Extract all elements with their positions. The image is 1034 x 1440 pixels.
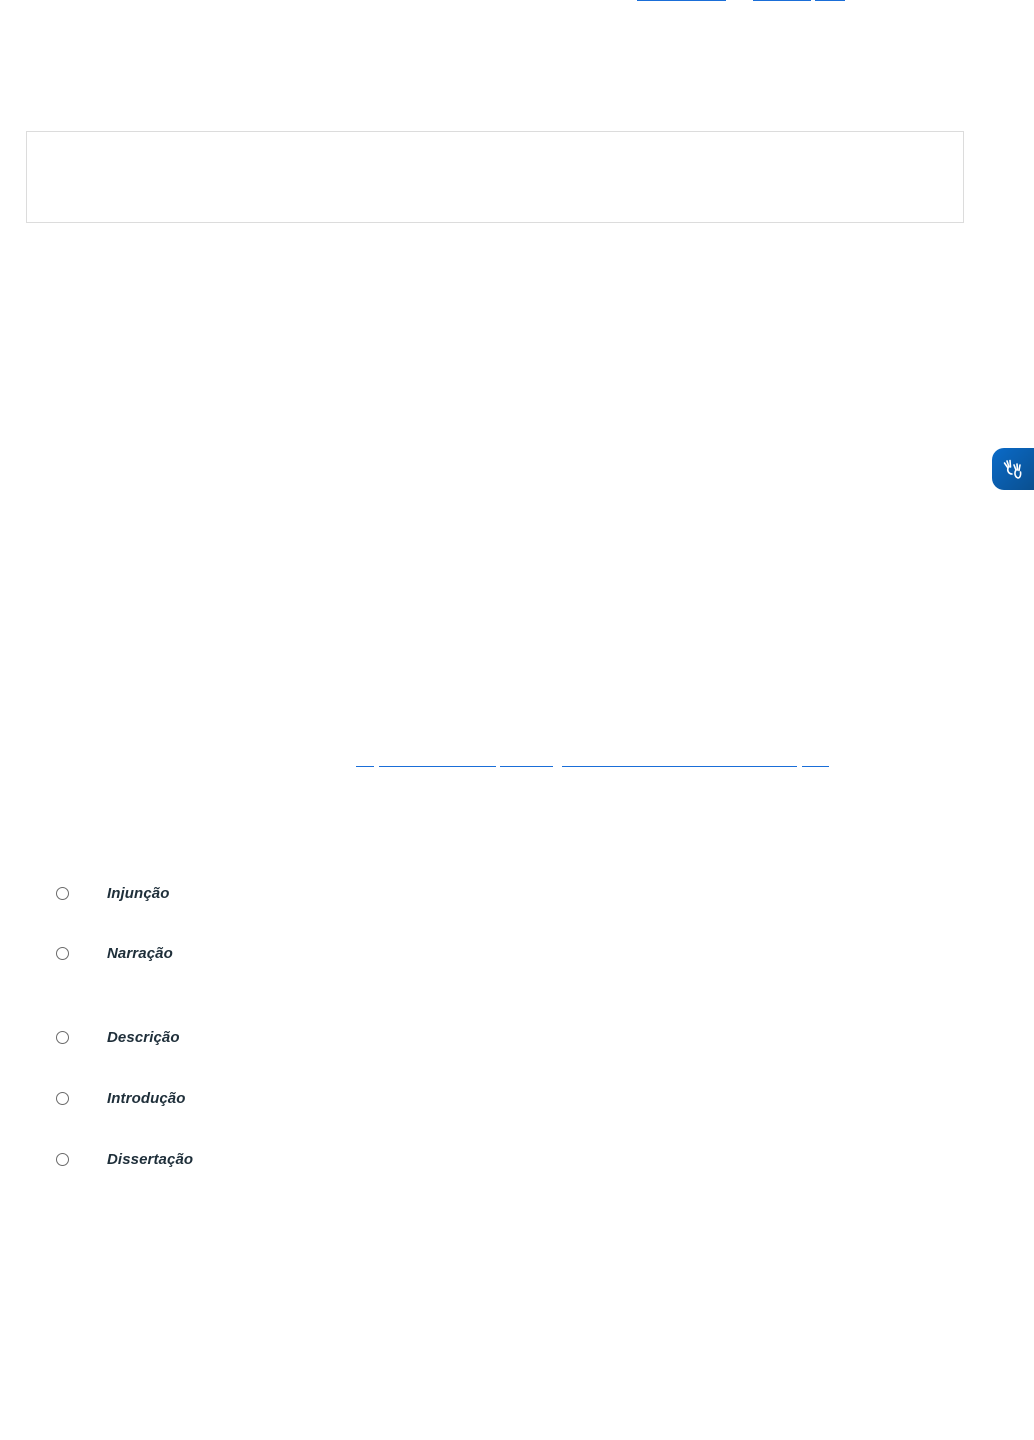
option-label: Descrição: [107, 1028, 180, 1046]
top-link-underline-3[interactable]: [815, 0, 845, 1]
top-link-underline-2[interactable]: [753, 0, 811, 1]
option-label: Introdução: [107, 1089, 186, 1107]
option-label: Narração: [107, 944, 173, 962]
option-introducao[interactable]: Introdução: [56, 1087, 186, 1109]
radio-button[interactable]: [56, 1030, 69, 1044]
page: Injunção Narração Descrição Introdução D…: [0, 0, 1034, 1440]
accessibility-widget-button[interactable]: [992, 448, 1034, 490]
option-label: Injunção: [107, 884, 170, 902]
sign-language-hands-icon: [1003, 459, 1022, 479]
radio-button[interactable]: [56, 1152, 69, 1166]
radio-button[interactable]: [56, 946, 69, 960]
mid-link-underline-1[interactable]: [356, 766, 374, 767]
option-label: Dissertação: [107, 1150, 194, 1168]
option-dissertacao[interactable]: Dissertação: [56, 1148, 193, 1170]
mid-link-underline-3[interactable]: [500, 766, 553, 767]
mid-link-underline-4[interactable]: [562, 766, 797, 767]
mid-link-underline-5[interactable]: [802, 766, 829, 767]
option-narracao[interactable]: Narração: [56, 942, 173, 964]
radio-button[interactable]: [56, 1091, 69, 1105]
option-injuncao[interactable]: Injunção: [56, 882, 169, 904]
radio-button[interactable]: [56, 886, 69, 900]
option-descricao[interactable]: Descrição: [56, 1026, 180, 1048]
top-link-underline-1[interactable]: [637, 0, 726, 1]
mid-link-underline-2[interactable]: [379, 766, 496, 767]
content-box: [26, 131, 964, 223]
